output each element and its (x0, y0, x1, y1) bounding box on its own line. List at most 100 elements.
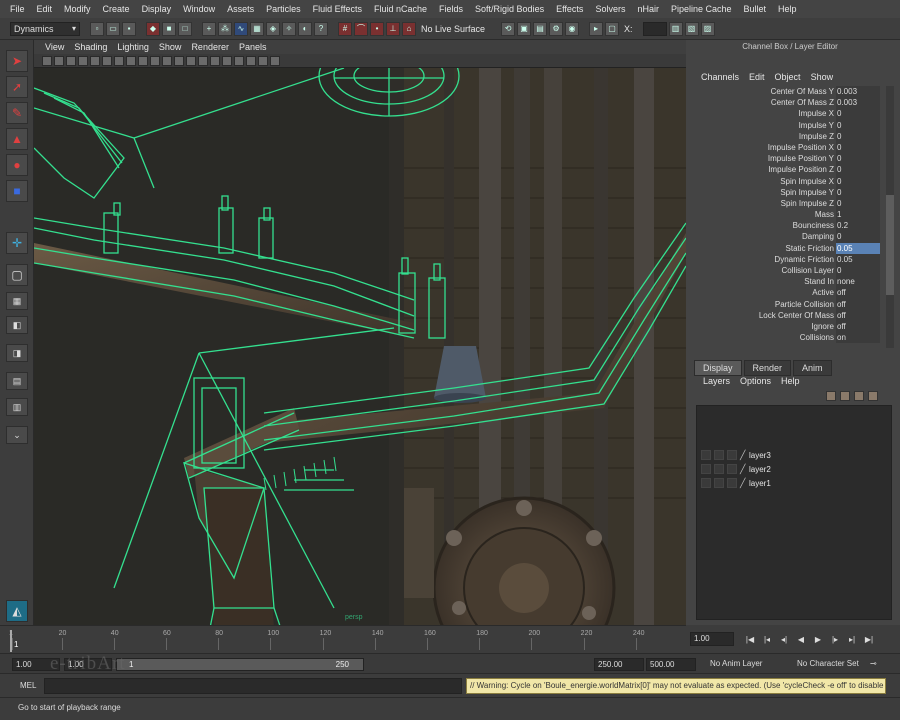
attribute-row-collision-layer[interactable]: Collision Layer 0 (695, 265, 885, 277)
attribute-row-bounciness[interactable]: Bounciness 0.2 (695, 220, 885, 232)
layer-color-icon[interactable]: ╱ (740, 450, 746, 461)
tab-display[interactable]: Display (694, 360, 742, 376)
snap-point-icon[interactable]: • (370, 21, 384, 36)
attribute-row-spin-impulse-y[interactable]: Spin Impulse Y0 (695, 186, 885, 198)
snap-curve-icon[interactable]: ⌒ (354, 21, 368, 36)
menu-fluid-effects[interactable]: Fluid Effects (307, 4, 368, 14)
attribute-value[interactable]: 1 (836, 209, 880, 221)
persp-outliner-layout-icon[interactable]: ◧ (6, 316, 28, 334)
attribute-name[interactable]: Impulse Z (695, 131, 836, 142)
mask-misc-icon[interactable]: ? (314, 21, 328, 36)
range-slider[interactable]: 1 250 (116, 658, 364, 671)
attribute-name[interactable]: Impulse Y (695, 120, 836, 131)
safe-title-icon[interactable] (162, 55, 172, 66)
attribute-row-impulse-position-y[interactable]: Impulse Position Y0 (695, 153, 885, 165)
smooth-shade-icon[interactable] (186, 55, 196, 66)
menu-bullet[interactable]: Bullet (738, 4, 773, 14)
single-perspective-layout-icon[interactable]: ▢ (6, 264, 28, 286)
menu-edit[interactable]: Edit (31, 4, 59, 14)
attribute-value[interactable]: 0.003 (836, 97, 880, 109)
time-slider[interactable]: 1 1 20 40 60 80 100 120 140 160 180 200 220 240 (0, 625, 686, 653)
mel-label[interactable]: MEL (20, 681, 36, 690)
tab-render[interactable]: Render (743, 360, 792, 376)
attribute-name[interactable]: Ignore (695, 321, 836, 332)
attribute-row-active[interactable]: Active off (695, 287, 885, 299)
attribute-value[interactable]: off (836, 287, 880, 299)
attribute-row-spin-impulse-z[interactable]: Spin Impulse Z0 (695, 197, 885, 210)
panel-menu-renderer[interactable]: Renderer (186, 42, 234, 52)
mask-deformers-icon[interactable]: ◈ (266, 21, 280, 36)
render-settings-icon[interactable]: ⚙ (549, 21, 564, 36)
layer-color-icon[interactable]: ╱ (740, 478, 746, 489)
hypershade-icon[interactable]: ◉ (565, 21, 580, 36)
high-quality-icon[interactable] (270, 55, 280, 66)
scale-tool-icon[interactable]: ■ (6, 180, 28, 202)
layer-color-icon[interactable]: ╱ (740, 464, 746, 475)
layer-name[interactable]: layer3 (749, 451, 771, 460)
attribute-row-impulse-y[interactable]: Impulse Y0 (695, 119, 885, 131)
wireframe-icon[interactable] (174, 55, 184, 66)
layer-menu-help[interactable]: Help (776, 376, 805, 386)
attribute-row-impulse-position-x[interactable]: Impulse Position X0 (695, 141, 885, 154)
menu-create[interactable]: Create (97, 4, 136, 14)
menu-fluid-ncache[interactable]: Fluid nCache (368, 4, 433, 14)
attribute-row-spin-impulse-x[interactable]: Spin Impulse X0 (695, 175, 885, 187)
attribute-value[interactable]: 0 (836, 231, 880, 243)
channel-menu-channels[interactable]: Channels (696, 72, 744, 82)
attribute-row-particle-collision[interactable]: Particle Collision off (695, 298, 885, 310)
menu-soft-rigid-bodies[interactable]: Soft/Rigid Bodies (469, 4, 550, 14)
attribute-row-ignore[interactable]: Ignore off (695, 320, 885, 333)
textured-icon[interactable] (210, 55, 220, 66)
attribute-name[interactable]: Center Of Mass Z (695, 97, 836, 108)
make-live-icon[interactable]: ⌂ (402, 21, 416, 36)
attribute-name[interactable]: Stand In (695, 276, 836, 287)
panel-menu-lighting[interactable]: Lighting (112, 42, 154, 52)
mask-rendering-icon[interactable]: ◐ (298, 21, 312, 36)
gate-mask-icon[interactable] (126, 55, 136, 66)
attribute-value[interactable]: 0 (836, 108, 880, 120)
layer-name[interactable]: layer2 (749, 465, 771, 474)
lasso-tool-icon[interactable]: ➚ (6, 76, 28, 98)
x-input[interactable] (642, 21, 667, 36)
move-layer-up-icon[interactable] (854, 391, 864, 401)
attribute-row-impulse-position-z[interactable]: Impulse Position Z0 (695, 164, 885, 176)
command-input[interactable] (44, 678, 462, 694)
layer-display-type-toggle[interactable] (727, 478, 737, 488)
snap-view-plane-icon[interactable]: ⊥ (386, 21, 400, 36)
character-set-label[interactable]: No Character Set (797, 659, 859, 668)
attribute-value[interactable]: 0 (836, 119, 880, 131)
anim-layer-label[interactable]: No Anim Layer (710, 659, 762, 668)
channel-menu-object[interactable]: Object (770, 72, 806, 82)
resolution-gate-icon[interactable] (114, 55, 124, 66)
attribute-row-collisions[interactable]: Collisions on (695, 332, 885, 344)
attribute-name[interactable]: Center Of Mass Y (695, 86, 836, 97)
attribute-row-center-of-mass-y[interactable]: Center Of Mass Y 0.003 (695, 86, 885, 98)
menu-window[interactable]: Window (177, 4, 221, 14)
new-scene-icon[interactable]: ▫ (90, 21, 104, 36)
safe-action-icon[interactable] (150, 55, 160, 66)
mask-joints-icon[interactable]: ⁂ (218, 21, 232, 36)
channel-menu-show[interactable]: Show (806, 72, 839, 82)
attribute-name[interactable]: Active (695, 287, 836, 298)
attribute-row-static-friction[interactable]: Static Friction 0.05 (695, 242, 885, 254)
select-object-icon[interactable]: ■ (162, 21, 176, 36)
four-view-layout-icon[interactable]: ▦ (6, 292, 28, 310)
attribute-value[interactable]: off (836, 309, 880, 321)
new-layer-from-selected-icon[interactable] (840, 391, 850, 401)
layer-row[interactable]: ╱ layer2 (697, 462, 891, 476)
layer-visibility-toggle[interactable] (701, 450, 711, 460)
step-forward-frame-icon[interactable]: ▸| (845, 632, 859, 646)
move-layer-down-icon[interactable] (868, 391, 878, 401)
xray-icon[interactable] (246, 55, 256, 66)
attribute-name[interactable]: Impulse Position Y (695, 153, 836, 164)
attribute-name[interactable]: Mass (695, 209, 836, 220)
menu-nhair[interactable]: nHair (631, 4, 665, 14)
menu-help[interactable]: Help (772, 4, 803, 14)
menu-fields[interactable]: Fields (433, 4, 469, 14)
play-forwards-icon[interactable]: ▶ (811, 632, 825, 646)
attribute-row-stand-in[interactable]: Stand In none (695, 276, 885, 288)
render-frame-icon[interactable]: ▣ (517, 21, 532, 36)
attribute-value[interactable]: 0 (836, 265, 880, 277)
perspective-viewport[interactable] (34, 68, 686, 625)
attribute-name[interactable]: Lock Center Of Mass (695, 310, 836, 321)
